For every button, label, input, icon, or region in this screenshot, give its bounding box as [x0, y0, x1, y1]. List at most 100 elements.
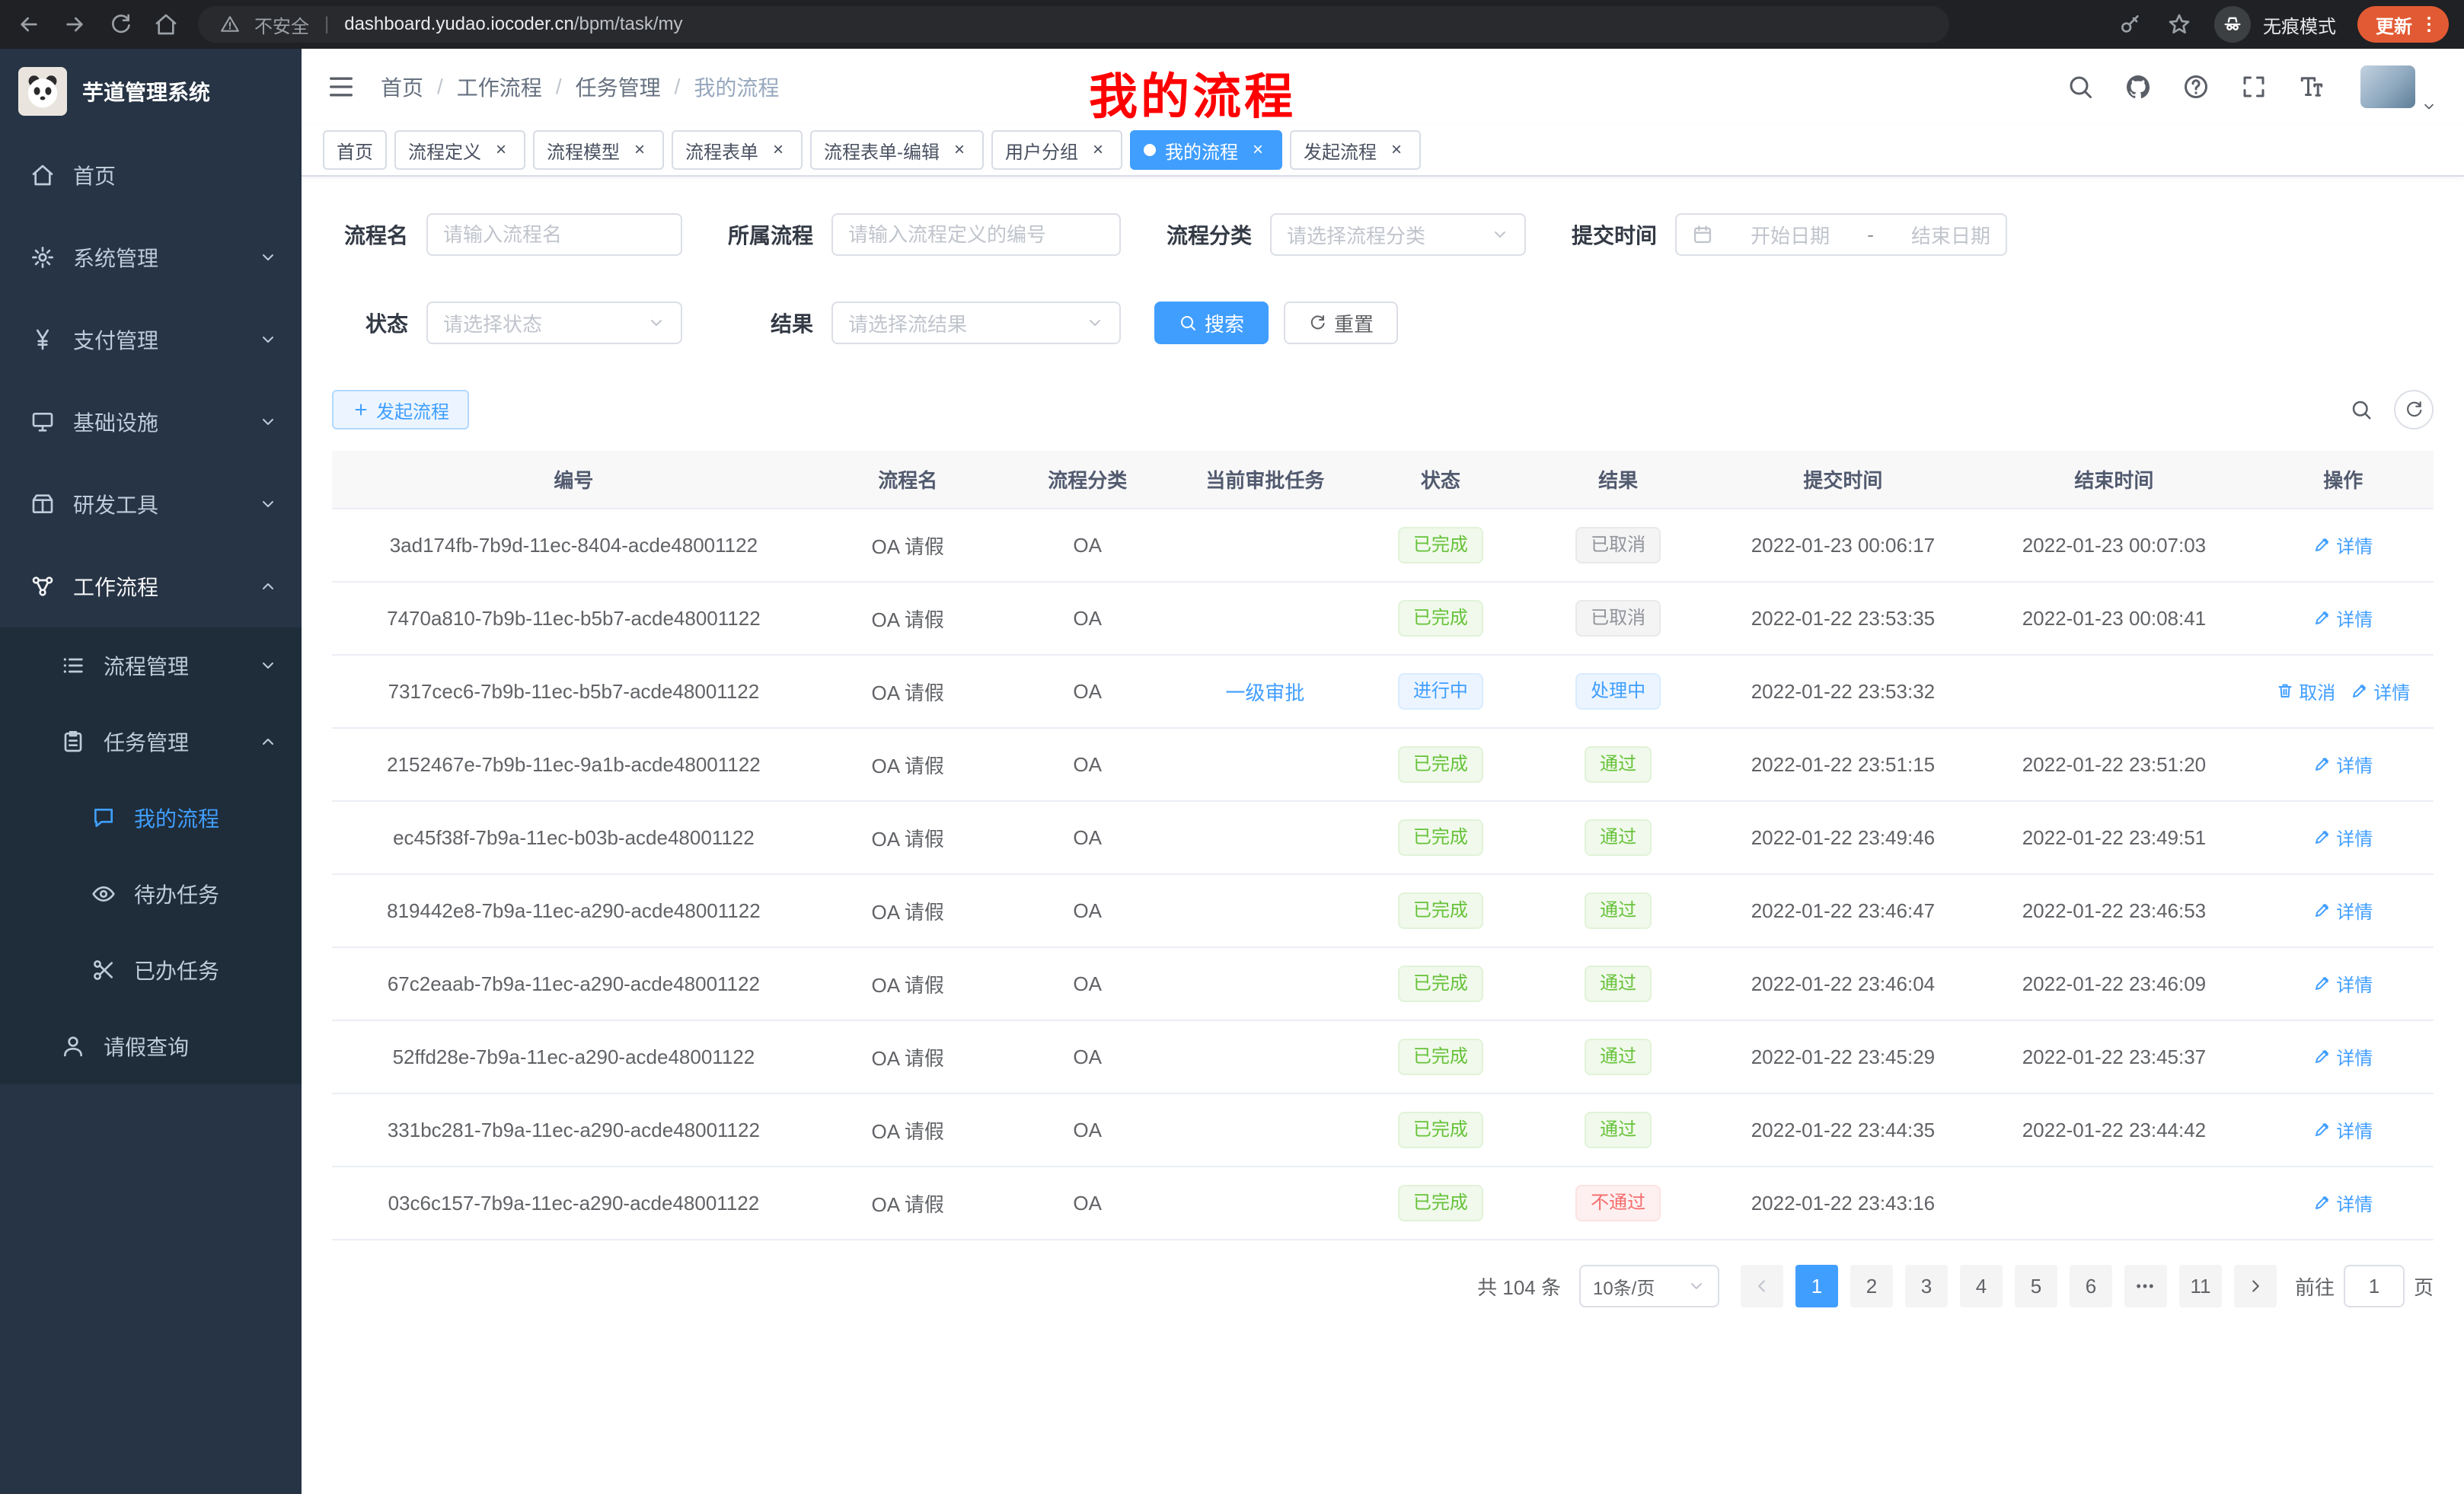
- breadcrumb-item[interactable]: 任务管理: [576, 72, 661, 102]
- category-select[interactable]: 请选择流程分类: [1270, 213, 1526, 256]
- user-avatar[interactable]: [2360, 65, 2415, 108]
- cell-id: 52ffd28e-7b9a-11ec-a290-acde48001122: [332, 1020, 815, 1093]
- cell-result: 不通过: [1526, 1167, 1711, 1240]
- cell-name: OA 请假: [815, 1020, 1001, 1093]
- close-icon[interactable]: ×: [490, 139, 512, 161]
- close-icon[interactable]: ×: [768, 139, 789, 161]
- table-row: 2152467e-7b9b-11ec-9a1b-acde48001122OA 请…: [332, 728, 2434, 801]
- tab-my-process[interactable]: 我的流程×: [1130, 130, 1282, 170]
- result-select[interactable]: 请选择流结果: [831, 302, 1121, 344]
- detail-action[interactable]: 详情: [2313, 897, 2373, 924]
- goto-page-input[interactable]: [2344, 1265, 2405, 1307]
- close-icon[interactable]: ×: [629, 139, 650, 161]
- more-pages-button[interactable]: •••: [2124, 1265, 2167, 1307]
- page-button-5[interactable]: 5: [2015, 1265, 2057, 1307]
- detail-action[interactable]: 详情: [2313, 1116, 2373, 1143]
- detail-action[interactable]: 详情: [2313, 1043, 2373, 1070]
- page-button-2[interactable]: 2: [1850, 1265, 1893, 1307]
- hamburger-icon[interactable]: [326, 72, 356, 102]
- page-button-6[interactable]: 6: [2070, 1265, 2112, 1307]
- browser-back-icon[interactable]: [15, 11, 43, 38]
- cell-status: 已完成: [1355, 801, 1526, 874]
- submit-time-range[interactable]: 开始日期-结束日期: [1675, 213, 2007, 256]
- eye-icon: [91, 882, 116, 906]
- detail-action[interactable]: 详情: [2313, 970, 2373, 997]
- tab-user-group[interactable]: 用户分组×: [991, 130, 1122, 170]
- github-icon[interactable]: [2123, 72, 2153, 102]
- sidebar-item-task-mgmt[interactable]: 任务管理: [0, 704, 302, 780]
- page-button-11[interactable]: 11: [2179, 1265, 2222, 1307]
- search-button[interactable]: 搜索: [1154, 302, 1269, 344]
- sidebar-item-payment[interactable]: 支付管理: [0, 298, 302, 381]
- page-button-3[interactable]: 3: [1905, 1265, 1948, 1307]
- column-header: 结束时间: [1975, 451, 2252, 509]
- breadcrumb-item[interactable]: 工作流程: [457, 72, 542, 102]
- bookmark-star-icon[interactable]: [2166, 11, 2193, 38]
- prev-page-button[interactable]: [1741, 1265, 1783, 1307]
- sidebar-item-process-mgmt[interactable]: 流程管理: [0, 627, 302, 704]
- address-bar[interactable]: 不安全 | dashboard.yudao.iocoder.cn/bpm/tas…: [198, 6, 1949, 43]
- browser-home-icon[interactable]: [152, 11, 180, 38]
- sidebar-item-workflow[interactable]: 工作流程: [0, 545, 302, 627]
- help-icon[interactable]: [2181, 72, 2211, 102]
- page-button-4[interactable]: 4: [1960, 1265, 2003, 1307]
- close-icon[interactable]: ×: [1247, 139, 1269, 161]
- tab-process-form[interactable]: 流程表单×: [672, 130, 803, 170]
- cancel-action[interactable]: 取消: [2276, 678, 2335, 704]
- chrome-toolbar-right: 无痕模式 更新: [2117, 6, 2449, 43]
- breadcrumb-separator: /: [675, 75, 681, 99]
- close-icon[interactable]: ×: [1087, 139, 1109, 161]
- sidebar-item-done-task[interactable]: 已办任务: [0, 932, 302, 1008]
- tab-start-process[interactable]: 发起流程×: [1290, 130, 1421, 170]
- menu-dots-icon[interactable]: [2415, 11, 2443, 38]
- sidebar-item-todo-task[interactable]: 待办任务: [0, 856, 302, 932]
- sidebar-item-leave-query[interactable]: 请假查询: [0, 1008, 302, 1084]
- detail-action[interactable]: 详情: [2313, 532, 2373, 558]
- breadcrumb-item[interactable]: 首页: [381, 72, 423, 102]
- detail-action[interactable]: 详情: [2313, 751, 2373, 777]
- close-icon[interactable]: ×: [949, 139, 970, 161]
- fullscreen-icon[interactable]: [2239, 72, 2269, 102]
- sidebar-item-devtools[interactable]: 研发工具: [0, 463, 302, 545]
- start-process-button[interactable]: 发起流程: [332, 390, 469, 429]
- close-icon[interactable]: ×: [1386, 139, 1407, 161]
- next-page-button[interactable]: [2234, 1265, 2277, 1307]
- task-link[interactable]: 一级审批: [1225, 682, 1304, 704]
- column-header: 流程分类: [1001, 451, 1175, 509]
- status-badge: 处理中: [1575, 673, 1661, 710]
- browser-reload-icon[interactable]: [107, 11, 134, 38]
- detail-action[interactable]: 详情: [2313, 824, 2373, 851]
- font-size-icon[interactable]: [2296, 72, 2327, 102]
- reset-button[interactable]: 重置: [1284, 302, 1398, 344]
- tab-process-model[interactable]: 流程模型×: [533, 130, 664, 170]
- edit-icon: [2313, 1047, 2332, 1065]
- status-select[interactable]: 请选择状态: [426, 302, 682, 344]
- password-manager-icon[interactable]: [2117, 11, 2144, 38]
- page-size-select[interactable]: 10条/页: [1579, 1265, 1719, 1307]
- process-definition-input[interactable]: [848, 223, 1104, 247]
- process-name-input[interactable]: [443, 223, 665, 247]
- tab-process-definition[interactable]: 流程定义×: [394, 130, 525, 170]
- sidebar-item-infra[interactable]: 基础设施: [0, 381, 302, 463]
- refresh-table-button[interactable]: [2394, 390, 2434, 429]
- app-logo: 芋道管理系统: [0, 49, 302, 134]
- page-button-1[interactable]: 1: [1795, 1265, 1838, 1307]
- cell-result: 通过: [1526, 947, 1711, 1020]
- toggle-search-icon[interactable]: [2350, 398, 2373, 421]
- detail-action[interactable]: 详情: [2313, 605, 2373, 631]
- update-button[interactable]: 更新: [2357, 6, 2449, 43]
- cell-status: 已完成: [1355, 874, 1526, 947]
- filter-label: 流程分类: [1154, 219, 1270, 250]
- cell-name: OA 请假: [815, 509, 1001, 582]
- tab-process-form-edit[interactable]: 流程表单-编辑×: [810, 130, 984, 170]
- detail-action[interactable]: 详情: [2351, 678, 2410, 704]
- cell-end-time: 2022-01-22 23:51:20: [1975, 728, 2252, 801]
- header-search-icon[interactable]: [2065, 72, 2095, 102]
- sidebar-item-my-process[interactable]: 我的流程: [0, 780, 302, 856]
- detail-action[interactable]: 详情: [2313, 1189, 2373, 1216]
- tab-home[interactable]: 首页: [323, 130, 387, 170]
- browser-forward-icon[interactable]: [61, 11, 88, 38]
- sidebar-item-home[interactable]: 首页: [0, 134, 302, 216]
- status-badge: 已完成: [1398, 746, 1483, 783]
- sidebar-item-system[interactable]: 系统管理: [0, 216, 302, 298]
